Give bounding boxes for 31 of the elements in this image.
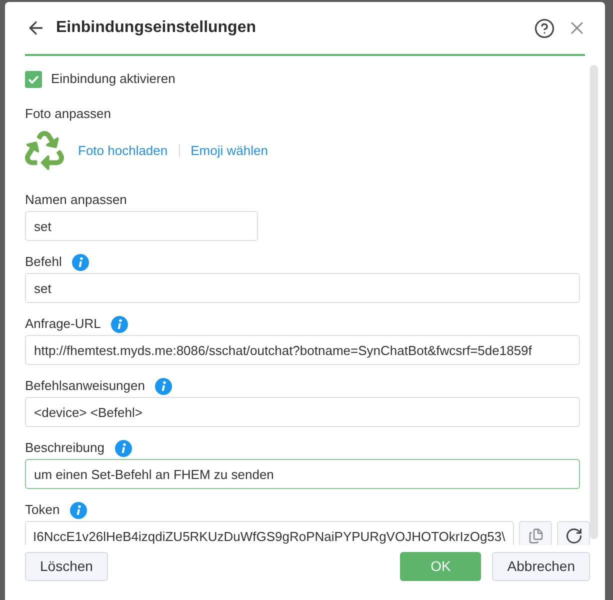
help-icon[interactable] — [534, 18, 555, 38]
copy-icon — [528, 528, 544, 544]
field-label: Befehlsanweisungen — [25, 377, 145, 395]
info-icon[interactable] — [114, 440, 132, 456]
text-field[interactable]: I6NccE1v26lHeB4izqdiZU5RKUzDuWfGS9gRoPNaiPYPURgVOJHOTOkrIzOg53\ — [25, 521, 514, 545]
field-label: Token — [25, 501, 60, 519]
recycle-icon — [25, 131, 64, 170]
refresh-button[interactable] — [557, 521, 590, 545]
text-field[interactable]: http://fhemtest.myds.me:8086/sschat/outchat?botname=SynChatBot&fwcsrf=5de1859f — [25, 335, 580, 365]
field-label: Befehl — [25, 253, 62, 271]
info-icon[interactable] — [72, 254, 89, 270]
field-label: Namen anpassen — [25, 191, 127, 209]
text-field[interactable]: set — [25, 211, 258, 241]
text-field[interactable]: set — [25, 273, 580, 303]
info-icon[interactable] — [154, 378, 172, 394]
scrollbar[interactable] — [590, 65, 598, 539]
dialog-title: Einbindungseinstellungen — [56, 18, 256, 38]
delete-button[interactable]: Löschen — [25, 552, 108, 581]
cancel-button[interactable]: Abbrechen — [492, 552, 590, 581]
text-field[interactable]: <device> <Befehl> — [25, 397, 580, 427]
copy-button[interactable] — [519, 521, 552, 545]
text-field[interactable]: um einen Set-Befehl an FHEM zu senden — [25, 459, 580, 489]
info-icon[interactable] — [70, 502, 87, 518]
field-label: Anfrage-URL — [25, 315, 101, 333]
checkbox-label: Einbindung aktivieren — [51, 70, 176, 88]
checkbox[interactable] — [25, 70, 42, 88]
section-label: Foto anpassen — [25, 105, 112, 123]
field-label: Beschreibung — [25, 439, 104, 457]
info-icon[interactable] — [110, 316, 128, 332]
check-icon — [28, 74, 39, 84]
refresh-icon — [564, 527, 582, 545]
